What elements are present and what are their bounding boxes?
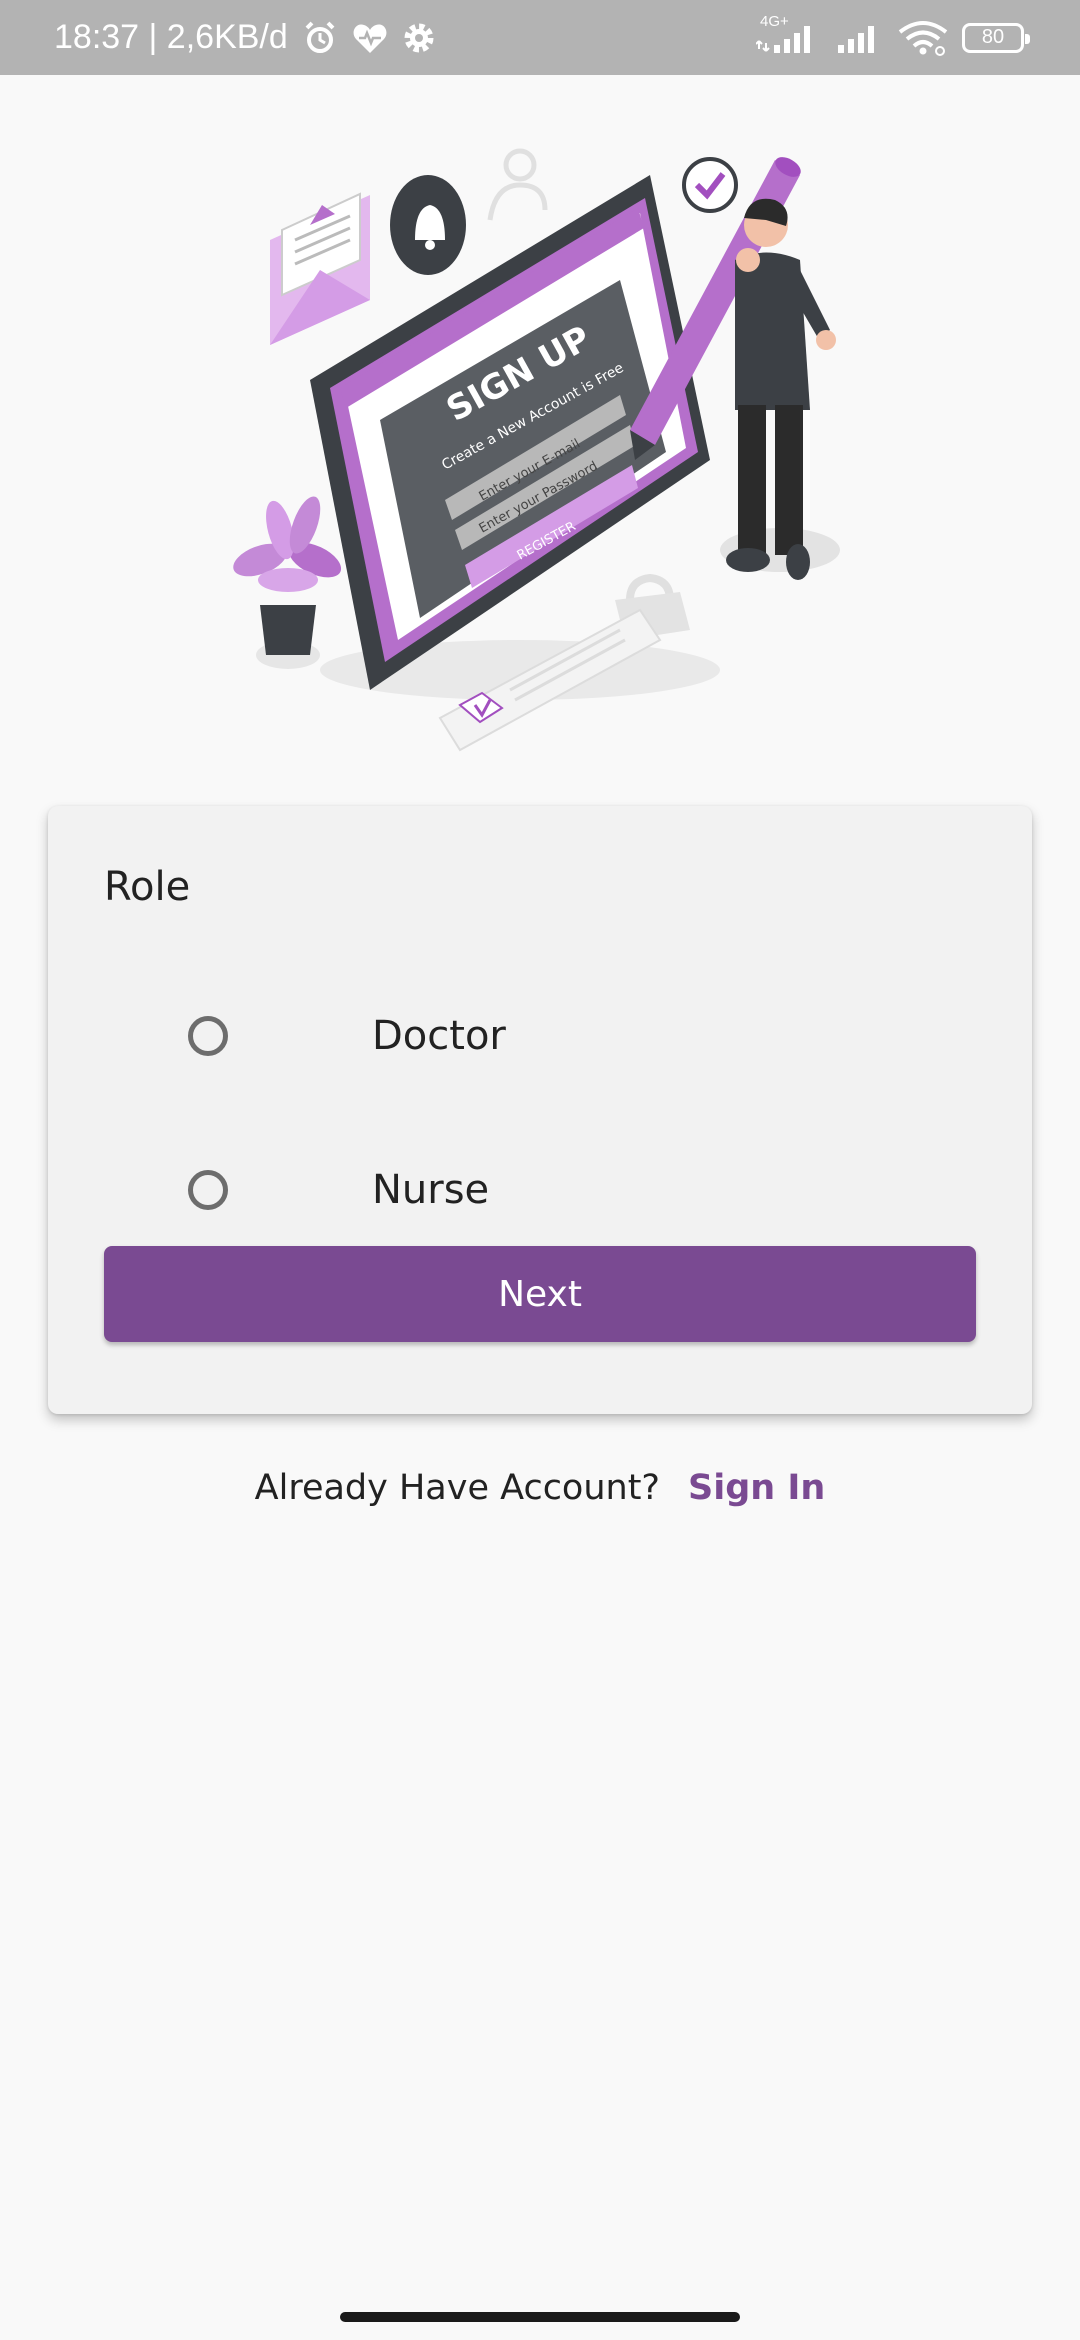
role-label: Role (104, 864, 191, 910)
check-bubble-icon (682, 157, 738, 213)
wifi-icon (898, 20, 948, 56)
settings-gear-icon (402, 21, 436, 55)
plant-icon (233, 496, 342, 669)
bell-icon (390, 175, 466, 275)
user-outline-icon (487, 148, 548, 221)
already-have-account-text: Already Have Account? (254, 1468, 661, 1508)
home-indicator[interactable] (340, 2312, 740, 2322)
battery-icon: 80 (962, 22, 1030, 53)
person-figure (726, 198, 836, 580)
doctor-label[interactable]: Doctor (372, 1013, 506, 1059)
status-right: 4G+ 80 (756, 0, 1030, 75)
role-card: Role Doctor Nurse Next (48, 806, 1032, 1414)
alarm-icon (302, 20, 338, 56)
nurse-radio-button[interactable] (188, 1170, 228, 1210)
envelope-icon (270, 192, 370, 345)
signal-icon (836, 21, 884, 55)
signal-4g-icon: 4G+ (756, 13, 822, 55)
health-heart-icon (352, 21, 388, 55)
status-time: 18:37 | 2,6KB/d (54, 18, 288, 56)
next-button[interactable]: Next (104, 1246, 976, 1342)
battery-level: 80 (981, 26, 1005, 48)
sign-in-link[interactable]: Sign In (688, 1468, 825, 1508)
signin-row: Already Have Account? Sign In (0, 1468, 1080, 1508)
status-bar: 18:37 | 2,6KB/d 4G+ 80 (0, 0, 1080, 75)
signup-illustration: SIGN UP Create a New Account is Free Ent… (220, 130, 860, 770)
status-left: 18:37 | 2,6KB/d (54, 0, 436, 75)
radio-option-doctor[interactable]: Doctor (188, 996, 506, 1076)
network-type-label: 4G+ (760, 12, 789, 30)
doctor-radio-button[interactable] (188, 1016, 228, 1056)
radio-option-nurse[interactable]: Nurse (188, 1150, 489, 1230)
nurse-label[interactable]: Nurse (372, 1167, 489, 1213)
